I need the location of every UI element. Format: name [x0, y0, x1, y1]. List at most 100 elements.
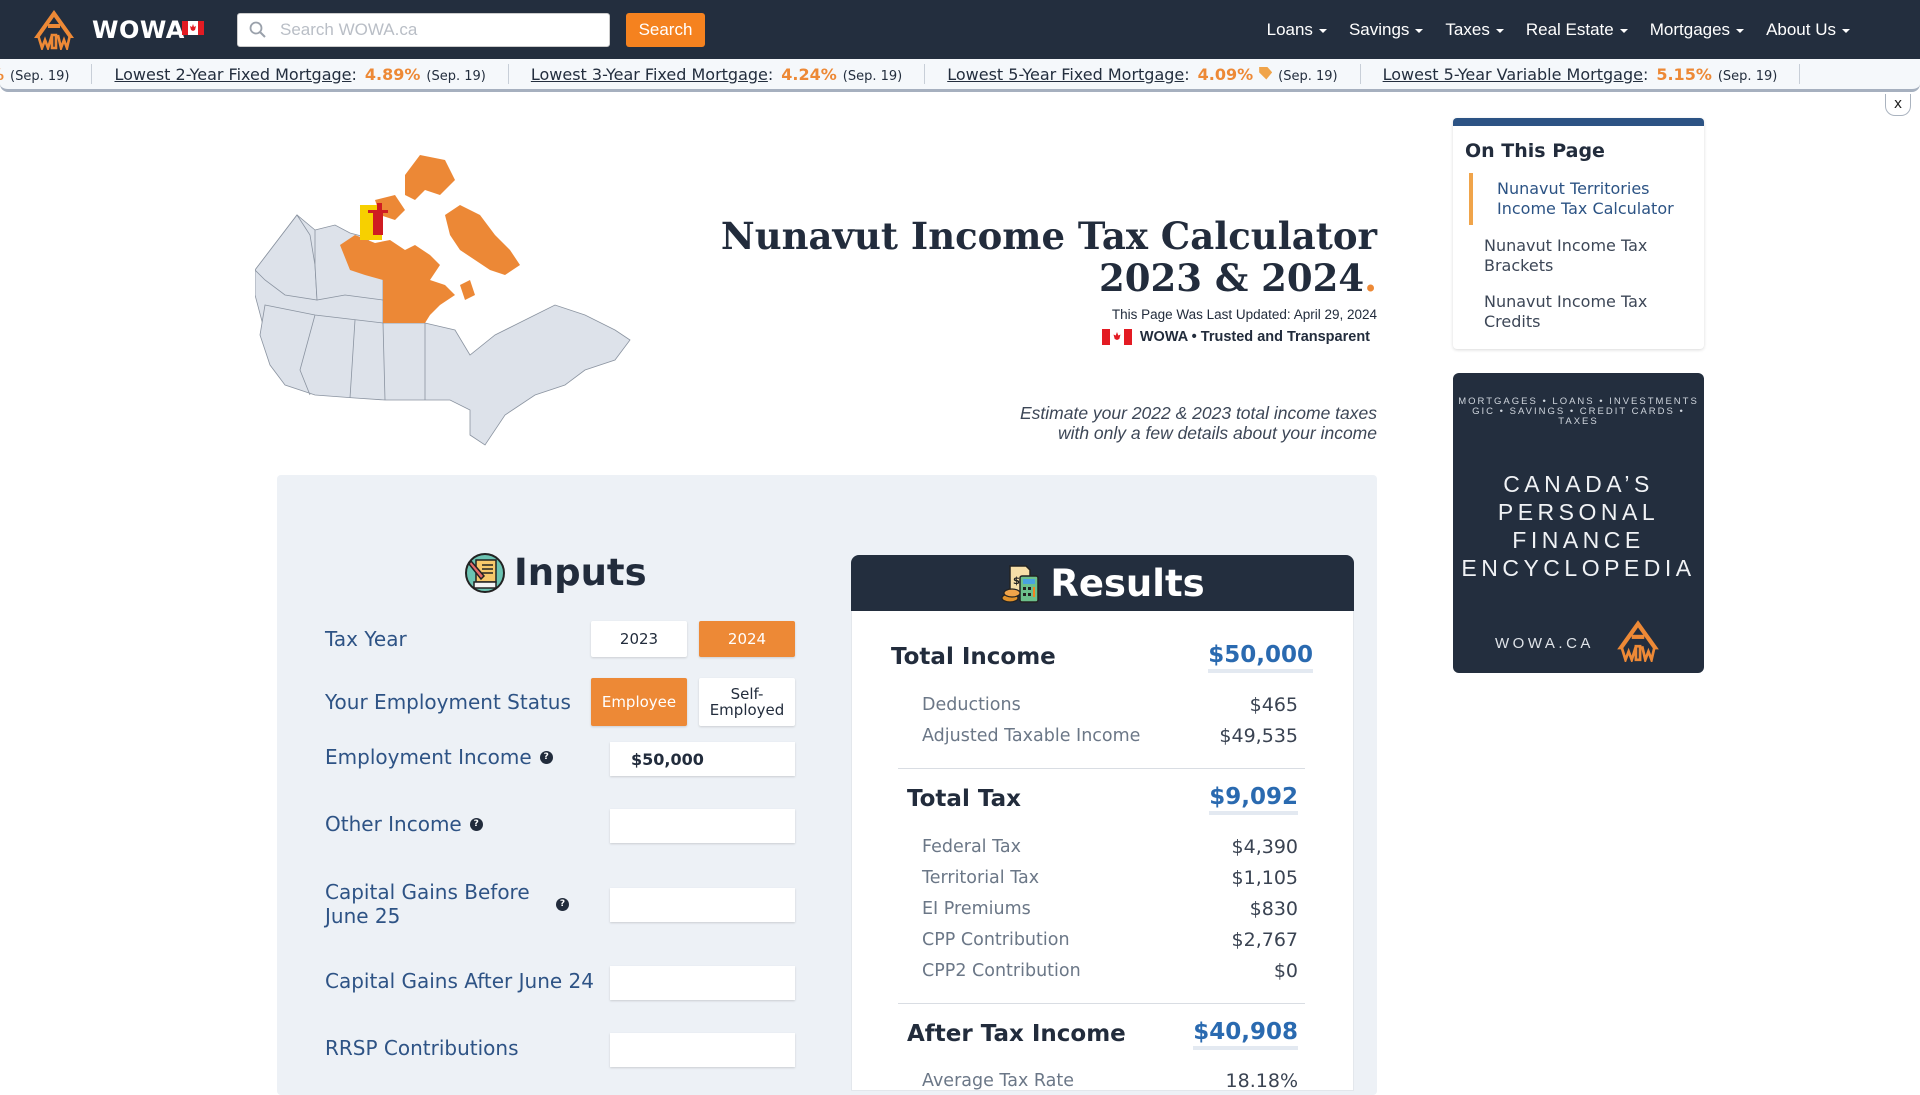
ticker-item: Lowest 5-Year Fixed Mortgage: 4.09% (Sep…	[947, 65, 1337, 84]
caret-down-icon	[1318, 29, 1327, 33]
ticker-date: (Sep. 19)	[1278, 68, 1338, 84]
caret-down-icon	[1619, 29, 1628, 33]
search-icon	[249, 21, 266, 38]
cpp2-contribution-value: $0	[1273, 960, 1298, 982]
wowa-logo-icon	[1617, 620, 1659, 662]
nav-taxes[interactable]: Taxes	[1445, 20, 1504, 40]
capital-gains-before-input[interactable]	[610, 888, 795, 922]
ticker-item-partial: % (Sep. 19)	[0, 65, 69, 84]
title-accent-dot: .	[1364, 256, 1377, 300]
employment-status-label: Your Employment Status	[325, 690, 571, 714]
search-input[interactable]	[280, 14, 600, 46]
total-tax-label: Total Tax	[907, 786, 1021, 812]
ticker-link[interactable]: Lowest 3-Year Fixed Mortgage	[531, 65, 768, 84]
ei-premiums-value: $830	[1249, 898, 1298, 920]
ticker-rate: 4.09%	[1197, 64, 1254, 84]
main-nav: Loans Savings Taxes Real Estate Mortgage…	[1267, 0, 1850, 59]
top-navbar: WOWA Search Loans Savings Taxes Real Est…	[0, 0, 1920, 59]
rrsp-contributions-label: RRSP Contributions	[325, 1036, 519, 1060]
ticker-divider	[924, 64, 926, 84]
ticker-rate: 4.89%	[364, 64, 421, 84]
territorial-tax-label: Territorial Tax	[922, 868, 1040, 888]
capital-gains-after-input[interactable]	[610, 966, 795, 1000]
ticker-colon: :	[767, 64, 774, 84]
help-icon[interactable]: ?	[539, 750, 553, 764]
ticker-colon: :	[1184, 64, 1190, 84]
nav-mortgages[interactable]: Mortgages	[1650, 20, 1745, 40]
title-line-1: Nunavut Income Tax Calculator	[720, 214, 1377, 258]
deductions-label: Deductions	[922, 695, 1021, 715]
tax-year-label: Tax Year	[325, 627, 407, 651]
wowa-logo-icon[interactable]	[30, 8, 78, 50]
federal-tax-value: $4,390	[1231, 836, 1298, 858]
toc-link-brackets[interactable]: Nunavut Income Tax Brackets	[1484, 236, 1674, 276]
adjusted-taxable-income-label: Adjusted Taxable Income	[922, 726, 1141, 746]
search-button[interactable]: Search	[626, 13, 705, 47]
adjusted-taxable-income-value: $49,535	[1219, 725, 1298, 747]
label-text: Employment Income	[325, 745, 532, 769]
map-region-provinces	[259, 304, 631, 446]
caret-down-icon	[1495, 29, 1504, 33]
label-text: Capital Gains Before June 25	[325, 880, 530, 928]
svg-text:$: $	[1013, 576, 1020, 587]
nav-label: Real Estate	[1525, 19, 1614, 39]
after-tax-income-label: After Tax Income	[907, 1021, 1126, 1047]
nav-real-estate[interactable]: Real Estate	[1526, 20, 1628, 40]
toc-link-credits[interactable]: Nunavut Income Tax Credits	[1484, 292, 1674, 332]
cpp2-contribution-label: CPP2 Contribution	[922, 961, 1081, 981]
ticker-link[interactable]: Lowest 2-Year Fixed Mortgage	[114, 65, 351, 84]
trust-text: WOWA • Trusted and Transparent	[1139, 329, 1370, 345]
other-income-label: Other Income?	[325, 812, 483, 836]
ticker-divider	[1799, 64, 1801, 84]
nav-about-us[interactable]: About Us	[1766, 20, 1850, 40]
employee-button[interactable]: Employee	[591, 678, 687, 726]
ticker-item: Lowest 2-Year Fixed Mortgage: 4.89% (Sep…	[114, 65, 485, 84]
on-this-page-toc: On This Page Nunavut Territories Income …	[1453, 118, 1704, 349]
employment-income-input[interactable]	[610, 742, 795, 776]
ticker-divider	[507, 64, 509, 84]
average-tax-rate-label: Average Tax Rate	[922, 1071, 1074, 1091]
deductions-value: $465	[1249, 694, 1298, 716]
nav-savings[interactable]: Savings	[1349, 20, 1424, 40]
ticker-colon: :	[1642, 64, 1649, 84]
ticker-link[interactable]: Lowest 5-Year Fixed Mortgage	[947, 65, 1184, 84]
brand-name[interactable]: WOWA	[92, 16, 185, 44]
ticker-link[interactable]: Lowest 5-Year Variable Mortgage	[1383, 65, 1643, 84]
nav-loans[interactable]: Loans	[1267, 20, 1327, 40]
title-line-2: 2023 & 2024	[1098, 256, 1365, 300]
capital-gains-before-label: Capital Gains Before June 25?	[325, 880, 585, 928]
employment-income-label: Employment Income?	[325, 745, 553, 769]
territorial-tax-value: $1,105	[1231, 867, 1298, 889]
wowa-encyclopedia-ad[interactable]: MORTGAGES • LOANS • INVESTMENTS GIC • SA…	[1453, 373, 1704, 673]
toc-link-calculator[interactable]: Nunavut Territories Income Tax Calculato…	[1497, 179, 1697, 219]
canada-flag-icon	[1101, 329, 1132, 345]
close-ticker-button[interactable]: x	[1885, 94, 1911, 116]
ticker-track: % (Sep. 19) Lowest 2-Year Fixed Mortgage…	[0, 64, 1822, 84]
ticker-rate: %	[0, 65, 4, 84]
search-box	[237, 13, 610, 47]
ticker-date: (Sep. 19)	[842, 68, 903, 84]
ad-categories-line-2: GIC • SAVINGS • CREDIT CARDS • TAXES	[1472, 406, 1685, 427]
results-divider	[898, 1003, 1305, 1004]
ei-premiums-label: EI Premiums	[922, 899, 1031, 919]
tax-year-2024-button[interactable]: 2024	[699, 621, 795, 657]
ticker-date: (Sep. 19)	[1717, 68, 1778, 84]
price-tag-icon	[1259, 66, 1273, 80]
help-icon[interactable]: ?	[556, 897, 569, 911]
subtitle-line-1: Estimate your 2022 & 2023 total income t…	[1019, 403, 1377, 423]
help-icon[interactable]: ?	[469, 817, 483, 831]
total-income-value: $50,000	[1208, 642, 1313, 673]
ad-headline-line: CANADA’S	[1503, 471, 1654, 497]
rrsp-contributions-input[interactable]	[610, 1033, 795, 1067]
ad-categories: MORTGAGES • LOANS • INVESTMENTS GIC • SA…	[1453, 397, 1704, 427]
other-income-input[interactable]	[610, 809, 795, 843]
self-employed-button[interactable]: Self-Employed	[699, 678, 795, 726]
results-title-text: Results	[1050, 561, 1205, 605]
toc-title: On This Page	[1465, 140, 1605, 162]
nav-label: About Us	[1766, 19, 1836, 39]
inputs-title-text: Inputs	[514, 551, 647, 594]
tax-year-2023-button[interactable]: 2023	[591, 621, 687, 657]
label-text: Tax Year	[325, 627, 407, 651]
caret-down-icon	[1842, 29, 1850, 33]
ticker-rate: 5.15%	[1656, 64, 1712, 84]
